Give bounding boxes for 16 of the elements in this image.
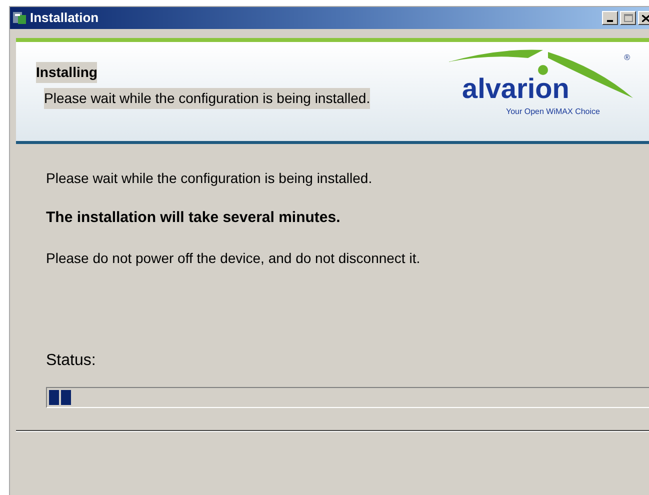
close-icon: [642, 14, 649, 22]
header-title: Installing: [36, 62, 98, 83]
registered-mark: ®: [624, 52, 630, 64]
minimize-button[interactable]: [602, 11, 618, 25]
logo-wordmark: alvarion: [462, 74, 570, 104]
message-text: The installation will take several minutes.: [46, 208, 342, 228]
minimize-icon: [607, 20, 613, 22]
logo-tagline: Your Open WiMAX Choice: [506, 106, 600, 118]
maximize-button[interactable]: [620, 11, 636, 25]
message-text: Please wait while the configuration is being installed.: [46, 169, 374, 188]
maximize-icon: [624, 14, 632, 22]
status-label: Status:: [45, 350, 97, 370]
message-text: Please do not power off the device, and do not disconnect it.: [46, 248, 422, 268]
window-title: Installation: [30, 9, 99, 28]
header-subtitle: Please wait while the configuration is being installed.: [44, 88, 370, 109]
installer-icon: [12, 10, 28, 26]
